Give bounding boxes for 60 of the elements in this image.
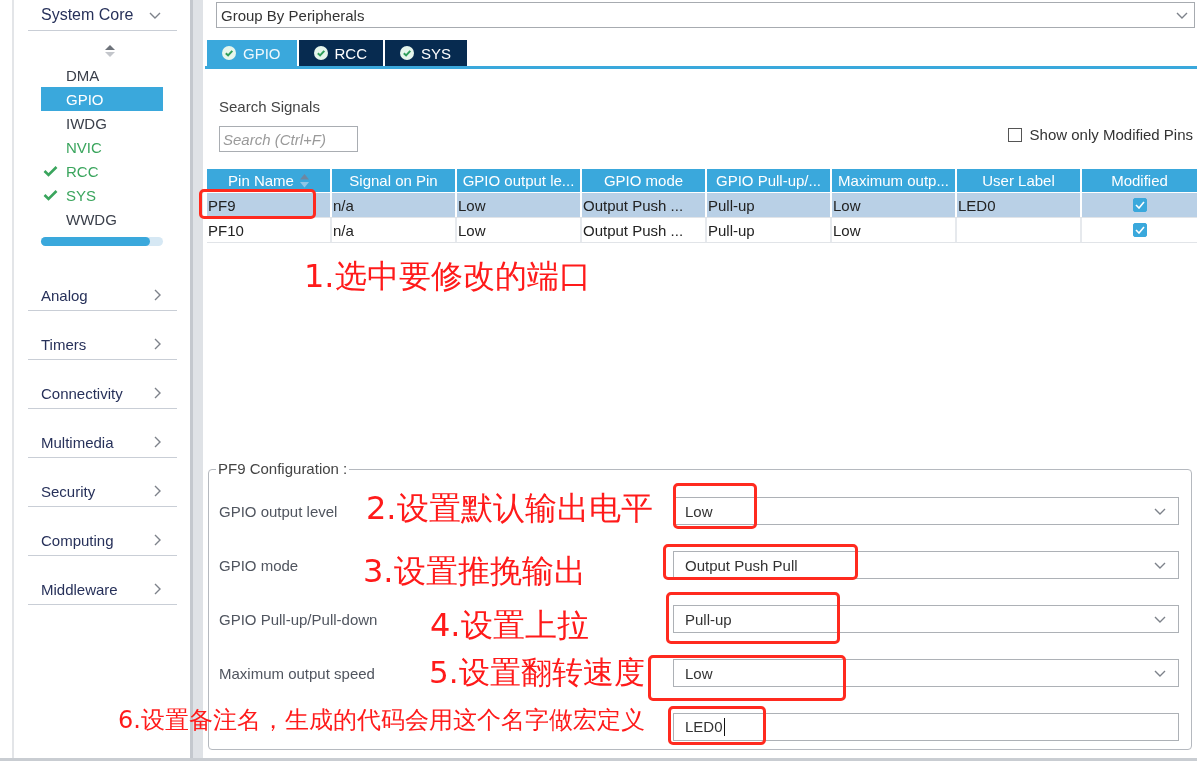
- category-header[interactable]: Security: [28, 476, 177, 507]
- sidebar-item[interactable]: DMA: [41, 63, 163, 87]
- field-label: Maximum output speed: [219, 664, 375, 682]
- table-cell: PF10: [207, 218, 332, 242]
- checkbox[interactable]: [1133, 198, 1147, 212]
- chevron-down-icon: [1154, 507, 1166, 515]
- table-cell: n/a: [332, 193, 457, 217]
- check-circle-icon: [400, 46, 414, 60]
- checkbox-label[interactable]: Show only Modified Pins: [1029, 126, 1193, 144]
- dropdown[interactable]: Low: [673, 497, 1179, 525]
- annotation-text: 6.设置备注名，生成的代码会用这个名字做宏定义: [118, 707, 645, 735]
- annotation-text: 4.设置上拉: [430, 607, 589, 644]
- category-header[interactable]: Multimedia: [28, 427, 177, 458]
- check-circle-icon: [313, 46, 328, 60]
- table-cell: Low: [457, 218, 582, 242]
- annotation-text: 5.设置翻转速度: [429, 655, 645, 691]
- dropdown[interactable]: Pull-up: [673, 605, 1179, 633]
- table-cell: Output Push ...: [582, 218, 707, 242]
- chevron-down-icon: [1154, 615, 1166, 623]
- chevron-down-icon: [1176, 11, 1188, 19]
- section-title: PF9 Configuration :: [217, 460, 349, 478]
- dropdown[interactable]: Low: [673, 659, 1179, 687]
- annotation-text: 3.设置推挽输出: [363, 553, 586, 590]
- table-cell: LED0: [957, 193, 1082, 217]
- group-by-dropdown[interactable]: Group By Peripherals: [216, 2, 1195, 28]
- table-cell: Pull-up: [707, 193, 832, 217]
- search-label: Search Signals: [219, 98, 320, 116]
- table-cell: Low: [457, 193, 582, 217]
- chevron-down-icon: [1154, 669, 1166, 677]
- category-header[interactable]: Analog: [28, 280, 177, 311]
- search-field[interactable]: Search (Ctrl+F): [219, 126, 358, 152]
- table-row[interactable]: PF9 n/a Low Output Push ... Pull-up Low LED0: [207, 193, 1197, 218]
- check-circle-icon: [222, 46, 236, 60]
- table-cell: PF9: [207, 193, 332, 217]
- category-header[interactable]: Connectivity: [28, 378, 177, 409]
- category-header[interactable]: Computing: [28, 525, 177, 556]
- table-cell: Pull-up: [707, 218, 832, 242]
- category-header[interactable]: Middleware: [28, 574, 177, 605]
- sort-arrows-icon[interactable]: [105, 45, 115, 57]
- field-label: GPIO output level: [219, 502, 338, 520]
- field-label: GPIO mode: [219, 556, 299, 574]
- checkbox[interactable]: [1007, 128, 1022, 142]
- table-cell: n/a: [332, 218, 457, 242]
- table-cell: Low: [832, 193, 957, 217]
- dropdown[interactable]: Output Push Pull: [673, 551, 1179, 579]
- chevron-down-icon: [1154, 561, 1166, 569]
- tab[interactable]: SYS: [385, 40, 468, 66]
- input-field[interactable]: LED0: [673, 713, 1179, 741]
- sidebar-item[interactable]: WWDG: [41, 207, 163, 231]
- annotation-text: 2.设置默认输出电平: [366, 490, 653, 527]
- table-cell: Low: [832, 218, 957, 242]
- category-header[interactable]: Timers: [28, 329, 177, 360]
- tab[interactable]: RCC: [298, 40, 383, 66]
- table-cell: Output Push ...: [582, 193, 707, 217]
- table-row[interactable]: PF10 n/a Low Output Push ... Pull-up Low: [207, 218, 1197, 243]
- field-label: GPIO Pull-up/Pull-down: [219, 610, 378, 628]
- checkbox[interactable]: [1133, 223, 1147, 237]
- sidebar-item[interactable]: IWDG: [41, 111, 163, 135]
- annotation-text: 1.选中要修改的端口: [304, 258, 591, 295]
- category-header[interactable]: System Core: [28, 0, 177, 31]
